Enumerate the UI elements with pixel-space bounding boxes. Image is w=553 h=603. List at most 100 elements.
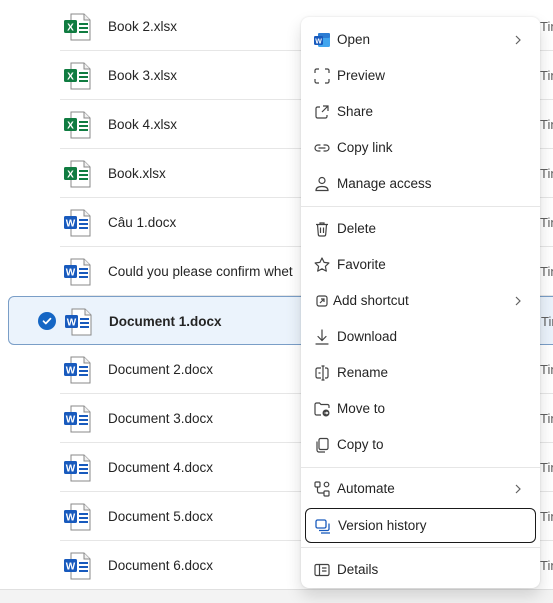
file-modified-cell: Tin: [540, 215, 553, 230]
file-modified-cell: Tin: [541, 314, 553, 329]
menu-item-label: Move to: [337, 401, 386, 416]
excel-file-icon: X: [64, 62, 91, 90]
file-name: Could you please confirm whet: [108, 264, 293, 279]
menu-item-manage-access[interactable]: Manage access: [305, 167, 536, 201]
file-name: Book.xlsx: [108, 166, 166, 181]
menu-item-add-shortcut[interactable]: Add shortcut: [305, 284, 536, 318]
word-file-icon: W: [64, 356, 91, 384]
svg-text:X: X: [67, 170, 74, 181]
preview-icon: [314, 68, 330, 84]
file-modified-cell: Tin: [540, 68, 553, 83]
menu-item-label: Copy to: [337, 437, 384, 452]
file-name: Document 3.docx: [108, 411, 214, 426]
svg-text:W: W: [67, 318, 77, 329]
menu-item-label: Favorite: [337, 257, 386, 272]
menu-item-label: Add shortcut: [333, 293, 409, 308]
svg-text:W: W: [66, 464, 76, 475]
svg-text:W: W: [66, 513, 76, 524]
chevron-right-icon: [515, 484, 521, 494]
file-name: Document 2.docx: [108, 362, 214, 377]
file-modified-cell: Tin: [540, 362, 553, 377]
svg-text:X: X: [67, 72, 74, 83]
menu-item-delete[interactable]: Delete: [305, 212, 536, 246]
svg-text:W: W: [66, 562, 76, 573]
word-file-icon: W: [64, 454, 91, 482]
word-file-icon: W: [64, 258, 91, 286]
file-name: Book 4.xlsx: [108, 117, 178, 132]
word-app-icon: W: [314, 33, 330, 47]
trash-icon: [316, 222, 328, 237]
menu-item-label: Open: [337, 32, 371, 47]
menu-separator: [301, 467, 540, 468]
excel-file-icon: X: [64, 111, 91, 139]
svg-text:X: X: [67, 23, 74, 34]
word-file-icon: W: [64, 209, 91, 237]
menu-item-share[interactable]: Share: [305, 95, 536, 129]
menu-item-version-history[interactable]: Version history: [305, 508, 536, 543]
menu-item-label: Delete: [337, 221, 377, 236]
menu-item-label: Manage access: [337, 176, 432, 191]
menu-item-label: Details: [337, 562, 379, 577]
file-name: Document 1.docx: [109, 314, 222, 329]
menu-item-label: Version history: [338, 518, 427, 533]
menu-item-label: Rename: [337, 365, 389, 380]
selected-checkmark-icon[interactable]: [38, 311, 56, 330]
chevron-right-icon: [515, 35, 521, 45]
menu-item-details[interactable]: Details: [305, 553, 536, 587]
rename-icon: [315, 365, 329, 381]
star-icon: [314, 257, 330, 272]
menu-item-open[interactable]: W Open: [305, 23, 536, 57]
svg-text:W: W: [315, 38, 322, 45]
file-name: Document 6.docx: [108, 558, 214, 573]
svg-text:W: W: [66, 219, 76, 230]
file-modified-cell: Tin: [540, 166, 553, 181]
file-modified-cell: Tin: [540, 509, 553, 524]
flow-icon: [314, 481, 330, 497]
word-file-icon: W: [64, 405, 91, 433]
svg-text:W: W: [66, 415, 76, 426]
copy-icon: [316, 437, 329, 453]
download-icon: [315, 329, 329, 345]
chevron-right-icon: [515, 296, 521, 306]
svg-text:W: W: [66, 366, 76, 377]
word-file-icon: W: [64, 552, 91, 580]
excel-file-icon: X: [64, 160, 91, 188]
word-file-icon: W: [64, 503, 91, 531]
file-name: Book 2.xlsx: [108, 19, 178, 34]
menu-item-label: Automate: [337, 481, 395, 496]
menu-item-download[interactable]: Download: [305, 320, 536, 354]
menu-item-favorite[interactable]: Favorite: [305, 248, 536, 282]
svg-text:W: W: [66, 268, 76, 279]
menu-item-rename[interactable]: Rename: [305, 356, 536, 390]
file-modified-cell: Tin: [540, 558, 553, 573]
menu-item-label: Share: [337, 104, 374, 119]
shortcut-icon: [316, 295, 328, 307]
menu-item-copy-to[interactable]: Copy to: [305, 428, 536, 462]
menu-separator: [301, 547, 540, 548]
file-modified-cell: Tin: [540, 264, 553, 279]
share-icon: [315, 105, 329, 119]
svg-text:X: X: [67, 121, 74, 132]
file-name: Câu 1.docx: [108, 215, 177, 230]
link-icon: [314, 144, 330, 152]
file-name: Document 5.docx: [108, 509, 214, 524]
file-name: Document 4.docx: [108, 460, 214, 475]
file-modified-cell: Tin: [540, 460, 553, 475]
bottom-bar: [0, 589, 553, 603]
file-modified-cell: Tin: [540, 411, 553, 426]
word-file-icon: W: [65, 308, 92, 336]
menu-item-label: Copy link: [337, 140, 393, 155]
menu-item-copy-link[interactable]: Copy link: [305, 131, 536, 165]
menu-separator: [301, 206, 540, 207]
file-name: Book 3.xlsx: [108, 68, 178, 83]
file-modified-cell: Tin: [540, 117, 553, 132]
version-history-icon: [315, 519, 330, 534]
menu-item-automate[interactable]: Automate: [305, 472, 536, 506]
menu-item-label: Download: [337, 329, 398, 344]
context-menu: W Open Preview Share Copy link Manage ac…: [301, 17, 540, 588]
excel-file-icon: X: [64, 13, 91, 41]
menu-item-move-to[interactable]: Move to: [305, 392, 536, 426]
menu-item-preview[interactable]: Preview: [305, 59, 536, 93]
person-icon: [315, 176, 329, 192]
menu-item-label: Preview: [337, 68, 386, 83]
